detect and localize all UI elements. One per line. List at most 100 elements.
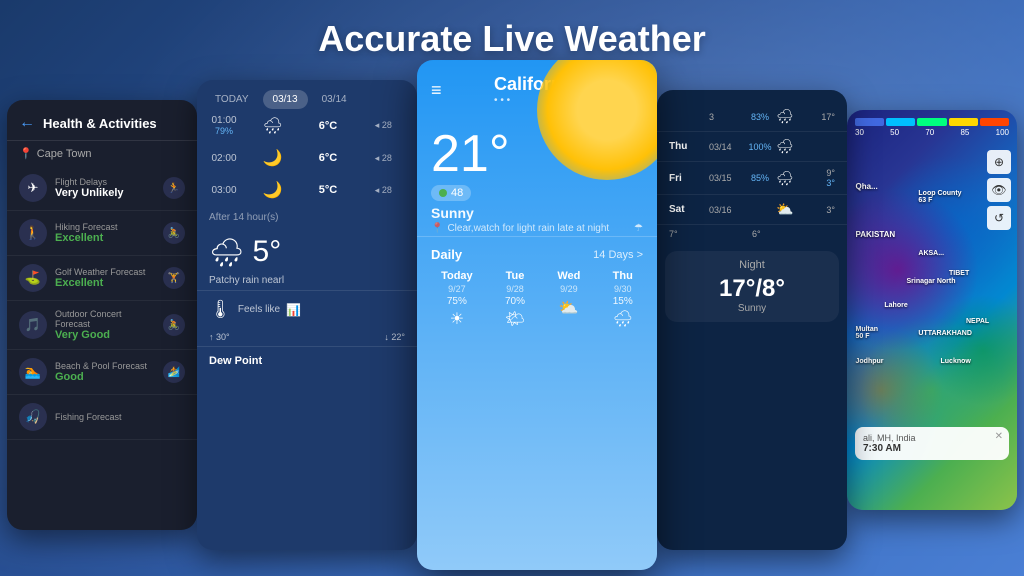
aqi-dot [439,189,447,197]
patchy-label: Patchy rain nearl [197,275,417,290]
hourly-time-2: 03:00 [205,185,243,196]
hourly-card: TODAY 03/13 03/14 01:00 79% 🌧 6°C ◂ 28 0… [197,80,417,550]
days-link[interactable]: 14 Days > [593,249,643,261]
activity-text-4: Beach & Pool Forecast Good [55,361,155,383]
health-card-header: ← Health & Activities [7,100,197,141]
daily-col-tue: Tue9/28 70%🌤 [505,270,525,333]
hourly-time-1: 02:00 [205,153,243,164]
activity-icon-1: 🚶 [19,219,47,247]
activity-item-0: ✈ Flight Delays Very Unlikely 🏃 [7,166,197,211]
health-card: ← Health & Activities 📍 Cape Town ✈ Flig… [7,100,197,530]
activity-text-1: Hiking Forecast Excellent [55,222,155,244]
feels-row: 🌡 Feels like 📊 [197,290,417,328]
weekly-extra-temps: 7°6° [657,225,847,243]
main-title: Accurate Live Weather [0,18,1024,60]
map-legend [855,118,1009,126]
bar-chart-icon: 📊 [286,303,301,317]
hourly-row-2: 03:00 🌙 5°C ◂ 28 [197,174,417,206]
activity-value-2: Excellent [55,277,155,289]
map-popup-close-btn[interactable]: ✕ [995,431,1003,442]
tab-0313[interactable]: 03/13 [263,90,308,109]
map-popup-city: ali, MH, India [863,433,1001,443]
tab-today[interactable]: TODAY [205,90,259,109]
hourly-after-label: After 14 hour(s) [197,206,417,229]
hourly-time-0: 01:00 79% [205,115,243,136]
map-label-jodhpur: Jodhpur [856,358,884,365]
hourly-wind-2: ◂ 28 [358,185,409,196]
map-controls: ⊕ 👁 ↺ [987,150,1011,230]
health-card-title: Health & Activities [43,116,157,131]
cards-container: ← Health & Activities 📍 Cape Town ✈ Flig… [0,80,1024,576]
activity-icon-0: ✈ [19,174,47,202]
map-label-aksa: AKSA... [918,250,944,257]
location-pin-icon: 📍 [19,147,33,160]
night-title: Night [675,259,829,271]
activity-text-3: Outdoor Concert Forecast Very Good [55,309,155,341]
activity-icon-3: 🎵 [19,311,47,339]
hourly-temp-2: 5°C [302,184,353,196]
activity-value-3: Very Good [55,329,155,341]
health-location: 📍 Cape Town [7,141,197,166]
cal-menu-icon[interactable]: ≡ [431,80,442,101]
hourly-row-1: 02:00 🌙 6°C ◂ 28 [197,142,417,174]
activity-item-4: 🏊 Beach & Pool Forecast Good 🏄 [7,350,197,395]
map-popup: ✕ ali, MH, India 7:30 AM [855,427,1009,460]
weekly-row-4: Sat 03/16 ⛅ 3° [657,195,847,225]
map-layers-btn[interactable]: 👁 [987,178,1011,202]
activity-list: ✈ Flight Delays Very Unlikely 🏃 🚶 Hiking… [7,166,197,440]
activity-text-5: Fishing Forecast [55,412,185,422]
cal-sub-condition: 📍 Clear,watch for light rain late at nig… [417,221,657,236]
cal-condition: Sunny [417,205,657,221]
weekly-row-3: Fri 03/15 85% 🌧 9°3° [657,162,847,195]
hourly-tabs: TODAY 03/13 03/14 [197,80,417,109]
map-card: 30507085100 Qha... Loop County63 F PAKIS… [847,110,1017,510]
daily-label: Daily [431,247,462,262]
weekly-card: 3 83% 🌧 17° Thu 03/14 100% 🌧 Fri 03/15 8… [657,90,847,550]
back-arrow-icon[interactable]: ← [19,114,35,132]
activity-value-1: Excellent [55,232,155,244]
night-label: Sunny [675,303,829,314]
activity-item-1: 🚶 Hiking Forecast Excellent 🚴 [7,211,197,256]
map-label-pakistan: PAKISTAN [856,230,896,239]
cloud-rain-icon: 🌧 [209,236,245,269]
weekly-row-2: Thu 03/14 100% 🌧 [657,132,847,162]
map-label-tibet: TIBET [949,270,969,277]
feels-like-label: Feels like [238,304,280,315]
activity-label-3: Outdoor Concert Forecast [55,309,155,329]
activity-icon-2: ⛳ [19,264,47,292]
activity-text-0: Flight Delays Very Unlikely [55,177,155,199]
hourly-wind-1: ◂ 28 [358,153,409,164]
map-background: 30507085100 Qha... Loop County63 F PAKIS… [847,110,1017,510]
map-label-loop: Loop County63 F [918,190,961,204]
activity-label-4: Beach & Pool Forecast [55,361,155,371]
map-label-lucknow: Lucknow [941,358,971,365]
hourly-icon-2: 🌙 [247,180,298,200]
california-card: ≡ California • • • ⊙ 21° 48 Sunny 📍 Clea… [417,60,657,570]
hourly-temp-1: 6°C [302,152,353,164]
activity-side-icon-2: 🏋 [163,267,185,289]
aqi-badge: 48 [431,185,471,201]
map-refresh-btn[interactable]: ↺ [987,206,1011,230]
tab-0314[interactable]: 03/14 [312,90,357,109]
weekly-row-1: 3 83% 🌧 17° [657,102,847,132]
thermometer-icon: 🌡 [209,299,232,320]
activity-value-0: Very Unlikely [55,187,155,199]
activity-icon-4: 🏊 [19,358,47,386]
night-temp: 17°/8° [675,275,829,303]
daily-col-today: Today9/27 75%☀ [441,270,473,333]
hourly-icon-0: 🌧 [247,116,298,136]
map-label-uttarakhand: UTTARAKHAND [918,330,972,337]
activity-label-1: Hiking Forecast [55,222,155,232]
aqi-value: 48 [451,187,463,199]
activity-label-2: Golf Weather Forecast [55,267,155,277]
map-label-nepal: NEPAL [966,318,989,325]
hourly-row-0: 01:00 79% 🌧 6°C ◂ 28 [197,109,417,142]
daily-col-thu: Thu9/30 15%🌧 [613,270,633,333]
activity-value-4: Good [55,371,155,383]
activity-item-3: 🎵 Outdoor Concert Forecast Very Good 🚴 [7,301,197,350]
map-popup-time: 7:30 AM [863,443,1001,454]
map-label-multan: Multan50 F [856,326,879,340]
map-zoom-in-btn[interactable]: ⊕ [987,150,1011,174]
activity-side-icon-0: 🏃 [163,177,185,199]
activity-item-2: ⛳ Golf Weather Forecast Excellent 🏋 [7,256,197,301]
